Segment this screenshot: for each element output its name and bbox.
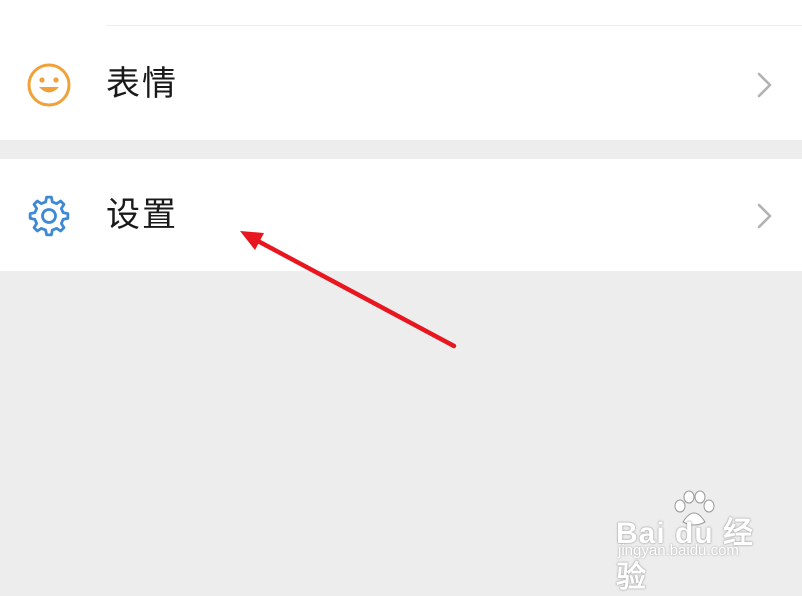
gear-icon [26, 193, 72, 239]
watermark: Bai du 经验 jingyan.baidu.com [614, 490, 774, 594]
smiley-face-icon [26, 62, 72, 108]
menu-group-top: 表情 [0, 0, 802, 140]
menu-group-bottom: 设置 [0, 159, 802, 271]
chevron-right-icon [754, 72, 774, 98]
menu-item-stickers[interactable]: 表情 [0, 28, 802, 140]
watermark-url: jingyan.baidu.com [618, 542, 739, 559]
settings-page: 表情 设置 Bai du 经验 jingyan.baidu.com [0, 0, 802, 594]
menu-item-label: 设置 [106, 195, 178, 235]
menu-item-label: 表情 [106, 64, 178, 104]
menu-item-settings[interactable]: 设置 [0, 159, 802, 271]
chevron-right-icon [754, 203, 774, 229]
divider [106, 25, 802, 26]
